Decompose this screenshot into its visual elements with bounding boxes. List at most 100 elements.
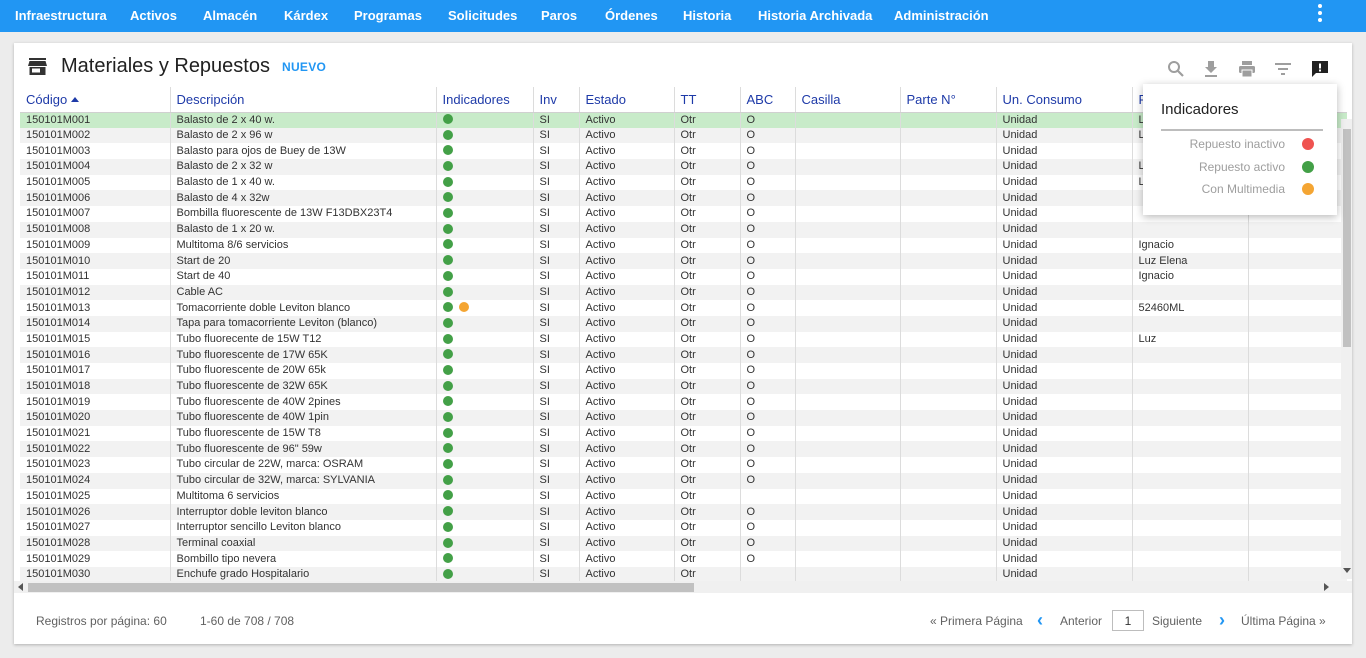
cell-unidad: Unidad — [996, 410, 1133, 426]
column-header-descripcion[interactable]: Descripción — [170, 87, 437, 113]
cell-descripcion: Cable AC — [170, 284, 437, 301]
table-row[interactable]: 150101M029 Bombillo tipo nevera SI Activo Ot… — [20, 551, 1347, 567]
cell-casilla — [795, 112, 901, 128]
cell-inv: SI — [533, 190, 580, 207]
multimedia-indicator-icon — [458, 302, 469, 313]
table-row[interactable]: 150101M026 Interruptor doble leviton blan… — [20, 504, 1347, 520]
cell-descripcion: Tubo fluorescente de 40W 1pin — [170, 410, 437, 426]
column-header-tt[interactable]: TT — [674, 87, 741, 113]
vertical-scrollbar[interactable] — [1341, 119, 1352, 579]
previous-page-link[interactable]: Anterior — [1060, 614, 1102, 628]
table-row[interactable]: 150101M027 Interruptor sencillo Leviton b… — [20, 519, 1347, 536]
table-row[interactable]: 150101M019 Tubo fluorescente de 40W 2pine… — [20, 394, 1347, 411]
nav-item-solicitudes[interactable]: Solicitudes — [448, 0, 517, 32]
column-header-inv[interactable]: Inv — [533, 87, 580, 113]
nav-item-paros[interactable]: Paros — [541, 0, 577, 32]
cell-estado: Activo — [579, 457, 675, 473]
cell-codigo: 150101M026 — [20, 504, 171, 520]
column-header-un-consumo[interactable]: Un. Consumo — [996, 87, 1133, 113]
column-header-casilla[interactable]: Casilla — [795, 87, 901, 113]
cell-tt: Otr — [674, 174, 741, 191]
scroll-down-arrow-icon[interactable] — [1343, 568, 1351, 573]
print-icon[interactable] — [1237, 59, 1257, 79]
table-row[interactable]: 150101M009 Multitoma 8/6 servicios SI Activ… — [20, 237, 1347, 254]
chevron-right-icon[interactable]: › — [1219, 611, 1225, 629]
cell-num: 1.0 — [1248, 488, 1347, 505]
last-page-link[interactable]: Última Página » — [1241, 614, 1326, 628]
nav-item-ordenes[interactable]: Órdenes — [605, 0, 658, 32]
horizontal-scrollbar[interactable] — [14, 581, 1352, 593]
scroll-left-arrow-icon[interactable] — [18, 583, 23, 591]
horizontal-scrollbar-thumb[interactable] — [28, 583, 694, 592]
cell-indicadores — [436, 253, 534, 269]
cell-descripcion: Balasto de 4 x 32w — [170, 190, 437, 207]
cell-f — [1132, 441, 1249, 458]
search-icon[interactable] — [1166, 59, 1186, 79]
table-row[interactable]: 150101M022 Tubo fluorescente de 96" 59w SI… — [20, 441, 1347, 458]
cell-estado: Activo — [579, 300, 675, 316]
cell-abc: O — [740, 315, 796, 332]
cell-num: 1.0 — [1248, 363, 1347, 379]
cell-f: Luz — [1132, 331, 1249, 348]
cell-codigo: 150101M020 — [20, 410, 171, 426]
table-row[interactable]: 150101M017 Tubo fluorescente de 20W 65k SI… — [20, 363, 1347, 379]
cell-estado: Activo — [579, 174, 675, 191]
new-button[interactable]: NUEVO — [282, 60, 326, 74]
chevron-left-icon[interactable]: ‹ — [1037, 611, 1043, 629]
column-header-indicadores[interactable]: Indicadores — [436, 87, 534, 113]
table-row[interactable]: 150101M013 Tomacorriente doble Leviton bl… — [20, 300, 1347, 316]
table-row[interactable]: 150101M012Cable AC SIActivoOtrO Unidad 18.0 — [20, 284, 1347, 301]
cell-indicadores — [436, 441, 534, 458]
more-vert-icon[interactable] — [1308, 2, 1332, 30]
column-header-parte[interactable]: Parte N° — [900, 87, 997, 113]
page-number-input[interactable] — [1112, 610, 1144, 631]
table-row[interactable]: 150101M025 Multitoma 6 servicios SI Activo O… — [20, 488, 1347, 505]
nav-item-historia-archivada[interactable]: Historia Archivada — [758, 0, 872, 32]
cell-indicadores — [436, 221, 534, 238]
filter-icon[interactable] — [1273, 59, 1293, 79]
table-row[interactable]: 150101M028 Terminal coaxial SI Activo Otr O Un… — [20, 535, 1347, 552]
cell-descripcion: Tubo fluorescente de 17W 65K — [170, 347, 437, 363]
table-row[interactable]: 150101M021 Tubo fluorescente de 15W T8 SI A… — [20, 425, 1347, 442]
nav-item-programas[interactable]: Programas — [354, 0, 422, 32]
cell-unidad: Unidad — [996, 519, 1133, 536]
records-per-page[interactable]: Registros por página: 60 — [36, 614, 167, 628]
nav-item-administracion[interactable]: Administración — [894, 0, 989, 32]
table-row[interactable]: 150101M014 Tapa para tomacorriente Levito… — [20, 315, 1347, 332]
cell-num: 8.0 — [1248, 519, 1347, 536]
nav-item-activos[interactable]: Activos — [130, 0, 177, 32]
feedback-icon[interactable] — [1310, 59, 1330, 79]
cell-num: 3.0 — [1248, 551, 1347, 567]
table-row[interactable]: 150101M015 Tubo fluorecente de 15W T12 SI A… — [20, 331, 1347, 348]
table-row[interactable]: 150101M018 Tubo fluorescente de 32W 65K SI… — [20, 378, 1347, 395]
first-page-link[interactable]: « Primera Página — [930, 614, 1023, 628]
scroll-right-arrow-icon[interactable] — [1324, 583, 1329, 591]
cell-casilla — [795, 237, 901, 254]
table-row[interactable]: 150101M008 Balasto de 1 x 20 w. SI Activo Ot… — [20, 221, 1347, 238]
cell-casilla — [795, 268, 901, 285]
table-row[interactable]: 150101M023 Tubo circular de 22W, marca: O… — [20, 457, 1347, 473]
cell-f — [1132, 394, 1249, 411]
cell-inv: SI — [533, 394, 580, 411]
column-header-abc[interactable]: ABC — [740, 87, 796, 113]
download-icon[interactable] — [1201, 59, 1221, 79]
cell-indicadores — [436, 488, 534, 505]
cell-tt: Otr — [674, 127, 741, 144]
table-row[interactable]: 150101M011 Start de 40 SI Activo Otr O Unidad I… — [20, 268, 1347, 285]
column-header-codigo[interactable]: Código — [20, 87, 171, 113]
table-row[interactable]: 150101M010 Start de 20 SI Activo Otr O Unidad L… — [20, 253, 1347, 269]
nav-item-historia[interactable]: Historia — [683, 0, 731, 32]
table-row[interactable]: 150101M020 Tubo fluorescente de 40W 1pin S… — [20, 410, 1347, 426]
cell-f — [1132, 519, 1249, 536]
vertical-scrollbar-thumb[interactable] — [1343, 129, 1351, 347]
cell-unidad: Unidad — [996, 284, 1133, 301]
nav-item-infraestructura[interactable]: Infraestructura — [15, 0, 107, 32]
records-range: 1-60 de 708 / 708 — [200, 614, 295, 628]
column-header-estado[interactable]: Estado — [579, 87, 675, 113]
table-row[interactable]: 150101M016 Tubo fluorescente de 17W 65K SI… — [20, 347, 1347, 363]
next-page-link[interactable]: Siguiente — [1152, 614, 1202, 628]
cell-descripcion: Bombillo tipo nevera — [170, 551, 437, 567]
nav-item-almacen[interactable]: Almacén — [203, 0, 257, 32]
nav-item-kardex[interactable]: Kárdex — [284, 0, 328, 32]
table-row[interactable]: 150101M024 Tubo circular de 32W, marca: S… — [20, 472, 1347, 489]
